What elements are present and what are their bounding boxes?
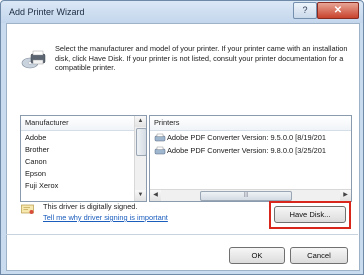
printer-item-label: Adobe PDF Converter Version: 9.8.0.0 [3/… [167, 146, 326, 155]
title-bar[interactable]: Add Printer Wizard ? ✕ [1, 1, 363, 23]
scroll-down-icon[interactable]: ▼ [135, 190, 146, 201]
certificate-icon [21, 204, 34, 214]
scroll-thumb[interactable]: ||| [200, 191, 292, 201]
printer-item[interactable]: Adobe PDF Converter Version: 9.5.0.0 [8/… [154, 132, 326, 144]
manufacturer-item[interactable]: Fuji Xerox [25, 180, 58, 191]
add-printer-wizard-window: Add Printer Wizard ? ✕ Select the manufa… [0, 0, 364, 275]
instructions-text: Select the manufacturer and model of you… [55, 44, 348, 73]
scroll-right-icon[interactable]: ▶ [340, 190, 351, 201]
printer-icon [154, 133, 166, 142]
printers-hscrollbar[interactable]: ◀ ||| ▶ [150, 189, 351, 201]
printer-cd-icon [21, 50, 46, 69]
printer-icon [154, 146, 166, 155]
window-title: Add Printer Wizard [9, 7, 85, 17]
manufacturer-scrollbar[interactable]: ▲ ▼ [134, 116, 146, 201]
printer-item[interactable]: Adobe PDF Converter Version: 9.8.0.0 [3/… [154, 145, 326, 157]
driver-signing-link[interactable]: Tell me why driver signing is important [43, 213, 168, 222]
manufacturer-list[interactable]: Manufacturer Adobe Brother Canon Epson F… [20, 115, 147, 202]
cancel-button[interactable]: Cancel [290, 247, 348, 264]
footer-divider [6, 234, 358, 235]
scroll-left-icon[interactable]: ◀ [150, 190, 161, 201]
manufacturer-item[interactable]: Adobe [25, 132, 46, 143]
printer-item-label: Adobe PDF Converter Version: 9.5.0.0 [8/… [167, 133, 326, 142]
scroll-thumb[interactable] [136, 128, 146, 156]
manufacturer-item[interactable]: Canon [25, 156, 47, 167]
printers-list[interactable]: Printers Adobe PDF Converter Version: 9.… [149, 115, 352, 202]
manufacturer-item[interactable]: Epson [25, 168, 46, 179]
driver-signed-text: This driver is digitally signed. [43, 202, 138, 211]
have-disk-button[interactable]: Have Disk... [274, 206, 346, 223]
help-button[interactable]: ? [293, 2, 317, 19]
close-button[interactable]: ✕ [317, 2, 359, 19]
printers-header: Printers [150, 116, 351, 131]
manufacturer-item[interactable]: Brother [25, 144, 49, 155]
manufacturer-header: Manufacturer [21, 116, 146, 131]
scroll-up-icon[interactable]: ▲ [135, 116, 146, 127]
ok-button[interactable]: OK [229, 247, 285, 264]
